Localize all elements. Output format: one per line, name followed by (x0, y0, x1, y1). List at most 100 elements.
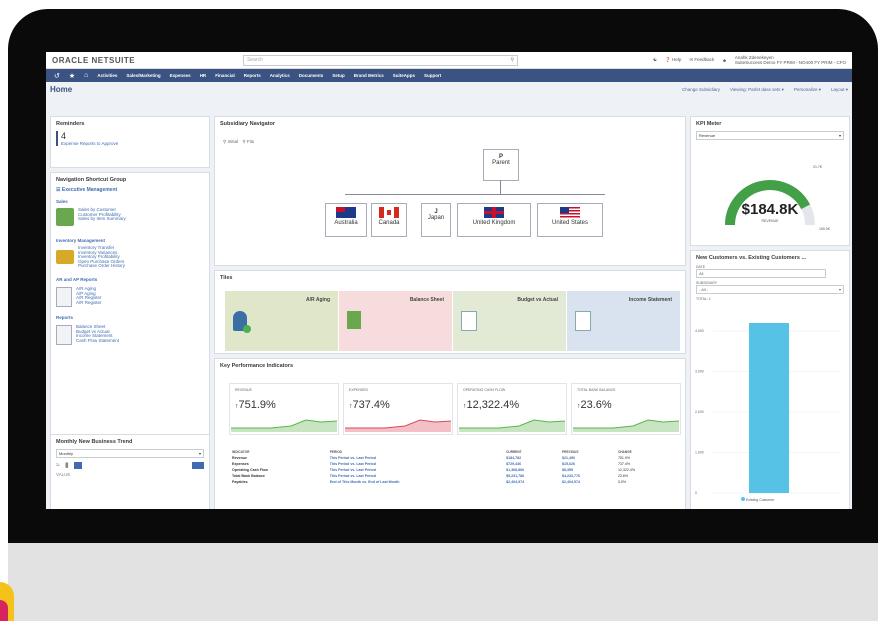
home-header: Home Change Subsidiary Viewing: Parfet d… (46, 82, 852, 97)
kpi-card[interactable]: TOTAL BANK BALANCE ↑23.6% (571, 383, 681, 435)
kpi-sparkline (573, 419, 679, 432)
table-row: Payables End of This Month vs. End of Las… (229, 479, 669, 485)
subsidiary-japan[interactable]: J Japan (421, 203, 451, 237)
subsidiary-united-kingdom[interactable]: United Kingdom (457, 203, 531, 237)
customers-bar-chart: 4,000 3,000 2,000 1,000 0 (695, 323, 841, 495)
top-right-menu: ☯ ❓ Help ✉ Feedback ☻ Anahk Zdenekeyen Su… (653, 55, 846, 65)
kpi-card-value: ↑737.4% (349, 399, 390, 411)
reminders-portlet: Reminders 4 Expense Reports to Approve (50, 116, 210, 168)
shortcut-link[interactable]: Sales by Item Summary (78, 217, 126, 222)
nav-sales-marketing[interactable]: Sales/Marketing (126, 73, 160, 78)
check-icon (243, 325, 251, 333)
y-tick-label: 3,000 (695, 370, 704, 374)
y-tick-label: 4,000 (695, 329, 704, 333)
nav-hr[interactable]: HR (200, 73, 207, 78)
trend-period-select[interactable]: Monthly ▾ (56, 449, 204, 458)
user-info[interactable]: Anahk Zdenekeyen SuiteSuccess Demo FY PRI… (735, 55, 846, 65)
netsuite-screen: ORACLE NETSUITE Search ⚲ ☯ ❓ Help ✉ Feed… (46, 52, 852, 509)
kpi-title: Key Performance Indicators (220, 363, 294, 369)
kpi-card-value: ↑751.9% (235, 399, 276, 411)
legend-label: Existing Customer (745, 498, 775, 502)
y-tick-label: 0 (695, 491, 697, 495)
search-icon[interactable]: ⚲ (510, 56, 514, 65)
reports-section-title: Reports (56, 314, 74, 320)
chart-legend: Existing Customer (741, 497, 774, 502)
subsidiary-australia[interactable]: Australia (325, 203, 367, 237)
initial-control[interactable]: ⚲ Initial (223, 139, 238, 144)
indicator-cell: Payables (232, 480, 248, 484)
nav-brand-metrics[interactable]: Brand Metrics (354, 73, 384, 78)
nav-analytics[interactable]: Analytics (270, 73, 290, 78)
nav-documents[interactable]: Documents (299, 73, 324, 78)
nav-reports[interactable]: Reports (244, 73, 261, 78)
tile-ar-aging[interactable]: A/R Aging (225, 291, 338, 351)
bar-chart-icon[interactable]: ▮ (65, 461, 69, 469)
subsidiary-title: Subsidiary Navigator (220, 121, 276, 127)
reminder-count[interactable]: 4 (61, 131, 209, 141)
subsidiary-united-states[interactable]: United States (537, 203, 603, 237)
kpi-card[interactable]: REVENUE ↑751.9% (229, 383, 339, 435)
inventory-section-title: Inventory Management (56, 238, 106, 243)
recent-icon[interactable]: ↺ (54, 72, 60, 80)
nav-setup[interactable]: Setup (332, 73, 345, 78)
kpi-card-value: ↑12,322.4% (463, 399, 520, 411)
user-switch-icon[interactable]: ☯ (653, 57, 657, 63)
change-cell: 0.0% (617, 480, 627, 484)
period-cell[interactable]: End of This Month vs. End of Last Month (327, 479, 503, 485)
chart-type-button[interactable] (73, 461, 82, 469)
subsidiary-select[interactable]: - All - ▾ (696, 285, 844, 294)
date-field[interactable]: All (696, 269, 826, 278)
kpi-card[interactable]: EXPENSES ↑737.4% (343, 383, 453, 435)
tile-income-statement[interactable]: Income Statement (567, 291, 680, 351)
parent-node[interactable]: P Parent (483, 149, 519, 181)
star-icon[interactable]: ★ (69, 72, 75, 80)
document-icon (56, 324, 72, 345)
change-subsidiary-link[interactable]: Change Subsidiary (682, 87, 720, 93)
kpi-sparkline (345, 419, 451, 432)
current-cell[interactable]: $2,404,974 (503, 479, 559, 485)
nav-financial[interactable]: Financial (215, 73, 235, 78)
kpi-card-label: REVENUE (235, 388, 252, 392)
shortcut-title: Navigation Shortcut Group (56, 177, 127, 183)
y-tick-label: 1,000 (695, 451, 704, 455)
kpi-meter-select[interactable]: Revenue ▾ (696, 131, 844, 140)
home-icon[interactable]: ⌂ (84, 72, 88, 79)
fit-control[interactable]: ⚲ Fits (242, 139, 254, 144)
reminder-link[interactable]: Expense Reports to Approve (61, 141, 209, 146)
executive-management-group[interactable]: ☰ Executive Management (56, 187, 209, 193)
kpi-meter-caption: REVENUE (761, 219, 779, 223)
sales-icon (56, 208, 74, 226)
kpi-card-label: EXPENSES (349, 388, 368, 392)
nav-support[interactable]: Support (424, 73, 441, 78)
shortcut-link[interactable]: Cash Flow Statement (76, 338, 119, 344)
shortcut-link[interactable]: Purchase Order History (78, 264, 125, 269)
legend-swatch (741, 497, 745, 501)
search-placeholder: Search (247, 56, 263, 63)
feedback-link[interactable]: ✉ Feedback (689, 57, 714, 63)
layout-button[interactable]: Layout ▾ (831, 87, 848, 93)
bar-existing-customer[interactable] (749, 323, 789, 493)
chart-toggle-button[interactable] (192, 461, 204, 469)
canada-flag-icon (379, 207, 399, 218)
nav-activities[interactable]: Activities (97, 73, 117, 78)
tiles-portlet: Tiles A/R Aging Balance Sheet Budget vs … (214, 270, 686, 354)
previous-cell[interactable]: $2,404,974 (559, 479, 615, 485)
shortcut-link[interactable]: A/R Register (76, 300, 102, 306)
gauge-right-tick: 150.0K (819, 227, 831, 231)
personalize-button[interactable]: Personalize ▾ (794, 87, 821, 93)
user-avatar-icon[interactable]: ☻ (722, 58, 727, 63)
help-link[interactable]: ❓ Help (665, 57, 681, 63)
nav-expenses[interactable]: Expenses (170, 73, 191, 78)
tree-connector (345, 194, 605, 195)
us-flag-icon (560, 207, 580, 218)
reminders-title: Reminders (56, 121, 85, 127)
line-chart-icon[interactable]: ≈ (56, 462, 60, 469)
kpi-table: INDICATOR PERIOD CURRENT PREVIOUS CHANGE… (229, 449, 669, 485)
subsidiary-canada[interactable]: Canada (371, 203, 407, 237)
viewing-dropdown[interactable]: Viewing: Parfet dass sets ▾ (730, 87, 784, 93)
search-input[interactable]: Search ⚲ (243, 54, 519, 66)
tile-balance-sheet[interactable]: Balance Sheet (339, 291, 452, 351)
nav-suiteapps[interactable]: SuiteApps (393, 73, 415, 78)
kpi-card[interactable]: OPERATING CASH FLOW ↑12,322.4% (457, 383, 567, 435)
tile-budget-vs-actual[interactable]: Budget vs Actual (453, 291, 566, 351)
